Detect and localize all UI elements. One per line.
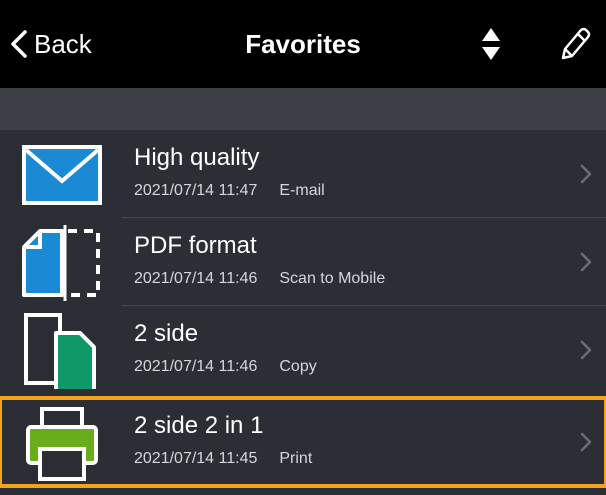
favorite-item[interactable]: PDF format 2021/07/14 11:46 Scan to Mobi… bbox=[0, 218, 606, 306]
favorite-meta: 2021/07/14 11:47 E-mail bbox=[134, 182, 325, 200]
favorite-timestamp: 2021/07/14 11:45 bbox=[134, 450, 258, 467]
chevron-right-icon bbox=[580, 252, 592, 272]
pencil-icon bbox=[561, 27, 591, 60]
favorite-name: 2 side 2 in 1 bbox=[134, 412, 264, 439]
favorite-item[interactable]: 2 side 2021/07/14 11:46 Copy bbox=[0, 306, 606, 394]
favorite-meta: 2021/07/14 11:45 Print bbox=[134, 450, 312, 468]
favorite-timestamp: 2021/07/14 11:47 bbox=[134, 182, 258, 199]
favorite-type: E-mail bbox=[279, 182, 325, 199]
favorite-timestamp: 2021/07/14 11:46 bbox=[134, 358, 258, 375]
favorite-name: 2 side bbox=[134, 320, 199, 347]
chevron-right-icon bbox=[580, 340, 592, 360]
favorite-name: PDF format bbox=[134, 232, 257, 259]
back-button[interactable]: Back bbox=[10, 22, 92, 66]
favorite-timestamp: 2021/07/14 11:46 bbox=[134, 270, 258, 287]
copy-icon bbox=[24, 313, 96, 389]
favorite-type: Print bbox=[279, 450, 313, 467]
back-button-label: Back bbox=[34, 28, 92, 59]
chevron-left-icon bbox=[11, 30, 27, 58]
favorite-type: Copy bbox=[279, 358, 317, 375]
sort-arrows-icon bbox=[482, 28, 500, 60]
favorite-item-selected[interactable]: 2 side 2 in 1 2021/07/14 11:45 Print bbox=[0, 396, 606, 488]
favorite-meta: 2021/07/14 11:46 Scan to Mobile bbox=[134, 270, 385, 288]
favorite-name: High quality bbox=[134, 144, 260, 171]
scan-to-mobile-icon bbox=[22, 225, 100, 301]
favorite-meta: 2021/07/14 11:46 Copy bbox=[134, 358, 317, 376]
favorite-item[interactable]: High quality 2021/07/14 11:47 E-mail bbox=[0, 130, 606, 218]
printer-icon bbox=[26, 407, 98, 481]
sort-button[interactable] bbox=[480, 26, 502, 62]
chevron-right-icon bbox=[580, 164, 592, 184]
favorite-type: Scan to Mobile bbox=[279, 270, 386, 287]
chevron-right-icon bbox=[580, 432, 592, 452]
navigation-bar: Back Favorites bbox=[0, 0, 606, 88]
edit-button[interactable] bbox=[555, 26, 591, 62]
favorites-list: High quality 2021/07/14 11:47 E-mail PDF… bbox=[0, 130, 606, 488]
email-icon bbox=[22, 145, 102, 205]
list-section-header bbox=[0, 88, 606, 130]
